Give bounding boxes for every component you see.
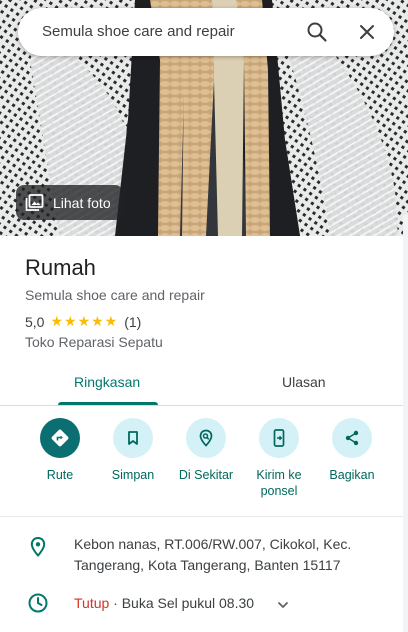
send-to-phone-icon xyxy=(259,418,299,458)
rating-row: 5,0 ★★★★★ (1) xyxy=(25,313,141,330)
hours-detail: · Buka Sel pukul 08.30 xyxy=(109,595,255,611)
place-title: Rumah xyxy=(25,255,96,280)
star-rating-icon: ★★★★★ xyxy=(50,313,119,329)
search-bar[interactable]: Semula shoe care and repair xyxy=(18,8,394,56)
section-divider xyxy=(0,516,403,517)
hours-row[interactable]: Tutup · Buka Sel pukul 08.30 xyxy=(0,592,403,616)
tab-reviews[interactable]: Ulasan xyxy=(282,374,326,390)
clock-icon xyxy=(27,592,49,619)
place-category-link[interactable]: Toko Reparasi Sepatu xyxy=(25,334,163,350)
send-to-phone-label: Kirim ke ponsel xyxy=(256,468,302,498)
scrollbar-track[interactable] xyxy=(403,215,408,632)
search-input[interactable]: Semula shoe care and repair xyxy=(42,23,235,40)
nearby-button[interactable]: Di Sekitar xyxy=(170,418,242,483)
directions-label: Rute xyxy=(46,468,74,482)
directions-icon xyxy=(40,418,80,458)
review-count-link[interactable]: (1) xyxy=(124,314,141,330)
save-label: Simpan xyxy=(111,468,155,482)
location-pin-icon xyxy=(27,536,49,563)
place-subtitle: Semula shoe care and repair xyxy=(25,287,205,303)
bookmark-icon xyxy=(113,418,153,458)
hours-text: Tutup · Buka Sel pukul 08.30 xyxy=(74,595,254,611)
nearby-label: Di Sekitar xyxy=(178,468,234,482)
share-icon xyxy=(332,418,372,458)
address-text: Kebon nanas, RT.006/RW.007, Cikokol, Kec… xyxy=(74,536,352,573)
share-label: Bagikan xyxy=(329,468,375,482)
save-button[interactable]: Simpan xyxy=(97,418,169,483)
action-buttons: Rute Simpan Di Sekitar Kirim ke ponsel B… xyxy=(0,418,403,508)
close-icon[interactable] xyxy=(355,20,379,44)
place-photo[interactable]: Semula shoe care and repair Lihat foto xyxy=(0,0,408,236)
share-button[interactable]: Bagikan xyxy=(316,418,388,483)
send-to-phone-button[interactable]: Kirim ke ponsel xyxy=(243,418,315,499)
view-photos-button[interactable]: Lihat foto xyxy=(16,185,123,220)
directions-button[interactable]: Rute xyxy=(24,418,96,483)
active-tab-indicator xyxy=(58,402,158,405)
search-icon[interactable] xyxy=(305,20,329,44)
tab-bar: Ringkasan Ulasan xyxy=(0,364,403,406)
chevron-down-icon[interactable] xyxy=(277,598,289,616)
tab-overview[interactable]: Ringkasan xyxy=(74,374,140,390)
rating-value: 5,0 xyxy=(25,313,45,330)
hours-status: Tutup xyxy=(74,595,110,611)
address-row[interactable]: Kebon nanas, RT.006/RW.007, Cikokol, Kec… xyxy=(0,534,403,576)
nearby-icon xyxy=(186,418,226,458)
view-photos-label: Lihat foto xyxy=(53,195,111,211)
